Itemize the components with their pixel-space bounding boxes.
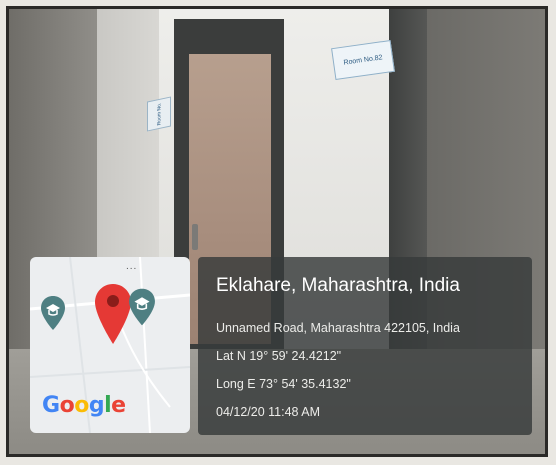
side-sign-text: Room No. [156,102,163,126]
map-menu-dots[interactable]: ... [126,261,137,272]
map-thumbnail[interactable]: ... Google [30,257,190,433]
logo-letter: g [88,393,105,418]
longitude-text: Long E 73° 54' 35.4132" [216,377,351,391]
logo-letter: e [111,393,126,418]
address-text: Unnamed Road, Maharashtra 422105, India [216,321,460,335]
school-pin-icon [129,288,155,326]
side-room-sign: Room No. [147,96,171,132]
location-pin-icon [95,284,131,344]
google-logo: Google [42,393,126,418]
timestamp-text: 04/12/20 11:48 AM [216,405,321,419]
logo-letter: G [42,393,60,418]
logo-letter: l [104,393,112,418]
school-pin-icon [41,296,65,330]
logo-letter: o [74,393,89,418]
location-info-panel: Eklahare, Maharashtra, India Unnamed Roa… [198,257,532,435]
room-sign-text: Room No.82 [343,53,383,67]
logo-letter: o [59,393,75,418]
latitude-text: Lat N 19° 59' 24.4212" [216,349,342,363]
door-handle [192,224,198,250]
place-name: Eklahare, Maharashtra, India [216,275,460,296]
